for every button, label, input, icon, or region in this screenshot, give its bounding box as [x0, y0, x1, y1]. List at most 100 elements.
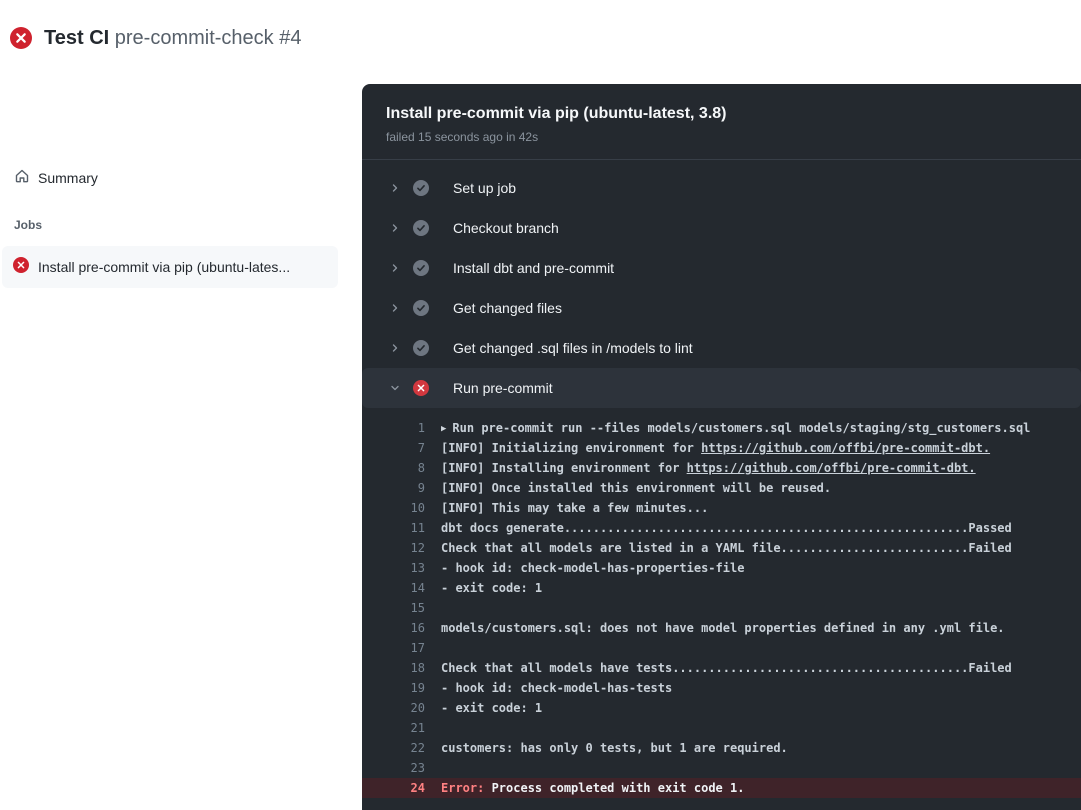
x-circle-icon — [413, 380, 441, 396]
log-line-text: [INFO] This may take a few minutes... — [441, 498, 708, 518]
check-circle-icon — [413, 220, 441, 236]
chevron-right-icon[interactable] — [389, 182, 401, 194]
error-message: Process completed with exit code 1. — [492, 781, 745, 795]
chevron-right-icon[interactable] — [389, 222, 401, 234]
step-label: Install dbt and pre-commit — [453, 260, 614, 276]
log-line-number[interactable]: 1 — [362, 418, 425, 438]
x-circle-icon — [13, 257, 29, 278]
step-label: Checkout branch — [453, 220, 559, 236]
log-line-number[interactable]: 22 — [362, 738, 425, 758]
log-line: 10 [INFO] This may take a few minutes... — [362, 498, 1081, 518]
step-label: Get changed .sql files in /models to lin… — [453, 340, 693, 356]
log-line-text: [INFO] Initializing environment for http… — [441, 438, 990, 458]
log-link[interactable]: https://github.com/offbi/pre-commit-dbt. — [687, 461, 976, 475]
log-line: 9 [INFO] Once installed this environment … — [362, 478, 1081, 498]
log-line-text: customers: has only 0 tests, but 1 are r… — [441, 738, 788, 758]
sidebar-summary-label: Summary — [38, 170, 98, 186]
log-line-number[interactable]: 15 — [362, 598, 425, 618]
jobs-heading: Jobs — [14, 218, 42, 232]
log-line-text: ▶Run pre-commit run --files models/custo… — [441, 418, 1030, 438]
page-title: Test CI pre-commit-check #4 — [44, 26, 301, 50]
check-circle-icon — [413, 340, 441, 356]
job-title: Install pre-commit via pip (ubuntu-lates… — [386, 104, 1057, 124]
log-line: 21 — [362, 718, 1081, 738]
log-line-text: Error: Process completed with exit code … — [441, 778, 744, 798]
log-line-number[interactable]: 8 — [362, 458, 425, 478]
step-row-run-pre-commit[interactable]: Run pre-commit — [362, 368, 1081, 408]
log-line-number[interactable]: 13 — [362, 558, 425, 578]
log-line-number[interactable]: 20 — [362, 698, 425, 718]
chevron-right-icon[interactable] — [389, 262, 401, 274]
log-line-text: [INFO] Once installed this environment w… — [441, 478, 831, 498]
log-line: 22 customers: has only 0 tests, but 1 are… — [362, 738, 1081, 758]
sidebar-item-job[interactable]: Install pre-commit via pip (ubuntu-lates… — [2, 246, 338, 288]
step-row-get-changed-files[interactable]: Get changed files — [362, 288, 1081, 328]
log-line: 18 Check that all models have tests......… — [362, 658, 1081, 678]
step-row-set-up-job[interactable]: Set up job — [362, 168, 1081, 208]
log-line-number[interactable]: 16 — [362, 618, 425, 638]
log-link[interactable]: https://github.com/offbi/pre-commit-dbt. — [701, 441, 990, 455]
log-line: 19 - hook id: check-model-has-tests — [362, 678, 1081, 698]
log-line-text: models/customers.sql: does not have mode… — [441, 618, 1005, 638]
log-line: 13 - hook id: check-model-has-properties-… — [362, 558, 1081, 578]
log-line-number[interactable]: 9 — [362, 478, 425, 498]
log-line: 8 [INFO] Installing environment for https… — [362, 458, 1081, 478]
workflow-name: Test CI — [44, 27, 109, 49]
log-line-number[interactable]: 11 — [362, 518, 425, 538]
step-row-get-changed-sql-files-in-models-to-lint[interactable]: Get changed .sql files in /models to lin… — [362, 328, 1081, 368]
chevron-right-icon[interactable] — [389, 342, 401, 354]
log-line-number[interactable]: 24 — [362, 778, 425, 798]
log-line: 7 [INFO] Initializing environment for htt… — [362, 438, 1081, 458]
x-circle-icon — [10, 27, 32, 54]
log-line-text: - hook id: check-model-has-properties-fi… — [441, 558, 744, 578]
log-line-text: dbt docs generate.......................… — [441, 518, 1012, 538]
log-line-text: [INFO] Installing environment for https:… — [441, 458, 976, 478]
log-line: 15 — [362, 598, 1081, 618]
log-line: 20 - exit code: 1 — [362, 698, 1081, 718]
log-line-text: Check that all models have tests........… — [441, 658, 1012, 678]
step-label: Get changed files — [453, 300, 562, 316]
log-line: 12 Check that all models are listed in a … — [362, 538, 1081, 558]
step-label: Run pre-commit — [453, 380, 553, 396]
log-line-number[interactable]: 14 — [362, 578, 425, 598]
log-line: 17 — [362, 638, 1081, 658]
log-line-text: Check that all models are listed in a YA… — [441, 538, 1012, 558]
step-label: Set up job — [453, 180, 516, 196]
sidebar-item-summary[interactable]: Summary — [14, 168, 98, 188]
log-line-number[interactable]: 18 — [362, 658, 425, 678]
job-panel-header: Install pre-commit via pip (ubuntu-lates… — [362, 84, 1081, 160]
log-line: 16 models/customers.sql: does not have mo… — [362, 618, 1081, 638]
log-output: 1 ▶Run pre-commit run --files models/cust… — [362, 408, 1081, 798]
job-label: Install pre-commit via pip (ubuntu-lates… — [38, 259, 290, 275]
log-line-text: - exit code: 1 — [441, 578, 542, 598]
chevron-right-icon[interactable] — [389, 302, 401, 314]
log-line-number[interactable]: 10 — [362, 498, 425, 518]
play-triangle-icon[interactable]: ▶ — [441, 424, 446, 434]
log-line: 1 ▶Run pre-commit run --files models/cust… — [362, 418, 1081, 438]
log-line-number[interactable]: 21 — [362, 718, 425, 738]
home-icon — [14, 168, 30, 189]
error-label: Error: — [441, 781, 492, 795]
log-line-number[interactable]: 19 — [362, 678, 425, 698]
log-line-number[interactable]: 23 — [362, 758, 425, 778]
run-name: pre-commit-check #4 — [115, 27, 302, 49]
log-line: 14 - exit code: 1 — [362, 578, 1081, 598]
check-circle-icon — [413, 300, 441, 316]
step-row-install-dbt-and-pre-commit[interactable]: Install dbt and pre-commit — [362, 248, 1081, 288]
run-header: Test CI pre-commit-check #4 — [0, 0, 1081, 76]
steps-list: Set up job Checkout branch Install dbt and… — [362, 160, 1081, 408]
sidebar: Summary Jobs Install pre-commit via pip … — [0, 76, 362, 810]
chevron-down-icon[interactable] — [389, 382, 401, 394]
job-status-text: failed 15 seconds ago in 42s — [386, 130, 1057, 144]
check-circle-icon — [413, 260, 441, 276]
log-line: 24 Error: Process completed with exit cod… — [362, 778, 1081, 798]
log-line-number[interactable]: 17 — [362, 638, 425, 658]
log-line-text: - exit code: 1 — [441, 698, 542, 718]
log-line-text: - hook id: check-model-has-tests — [441, 678, 672, 698]
step-row-checkout-branch[interactable]: Checkout branch — [362, 208, 1081, 248]
log-line: 11 dbt docs generate.....................… — [362, 518, 1081, 538]
log-line-number[interactable]: 7 — [362, 438, 425, 458]
job-log-panel: Install pre-commit via pip (ubuntu-lates… — [362, 84, 1081, 810]
check-circle-icon — [413, 180, 441, 196]
log-line-number[interactable]: 12 — [362, 538, 425, 558]
